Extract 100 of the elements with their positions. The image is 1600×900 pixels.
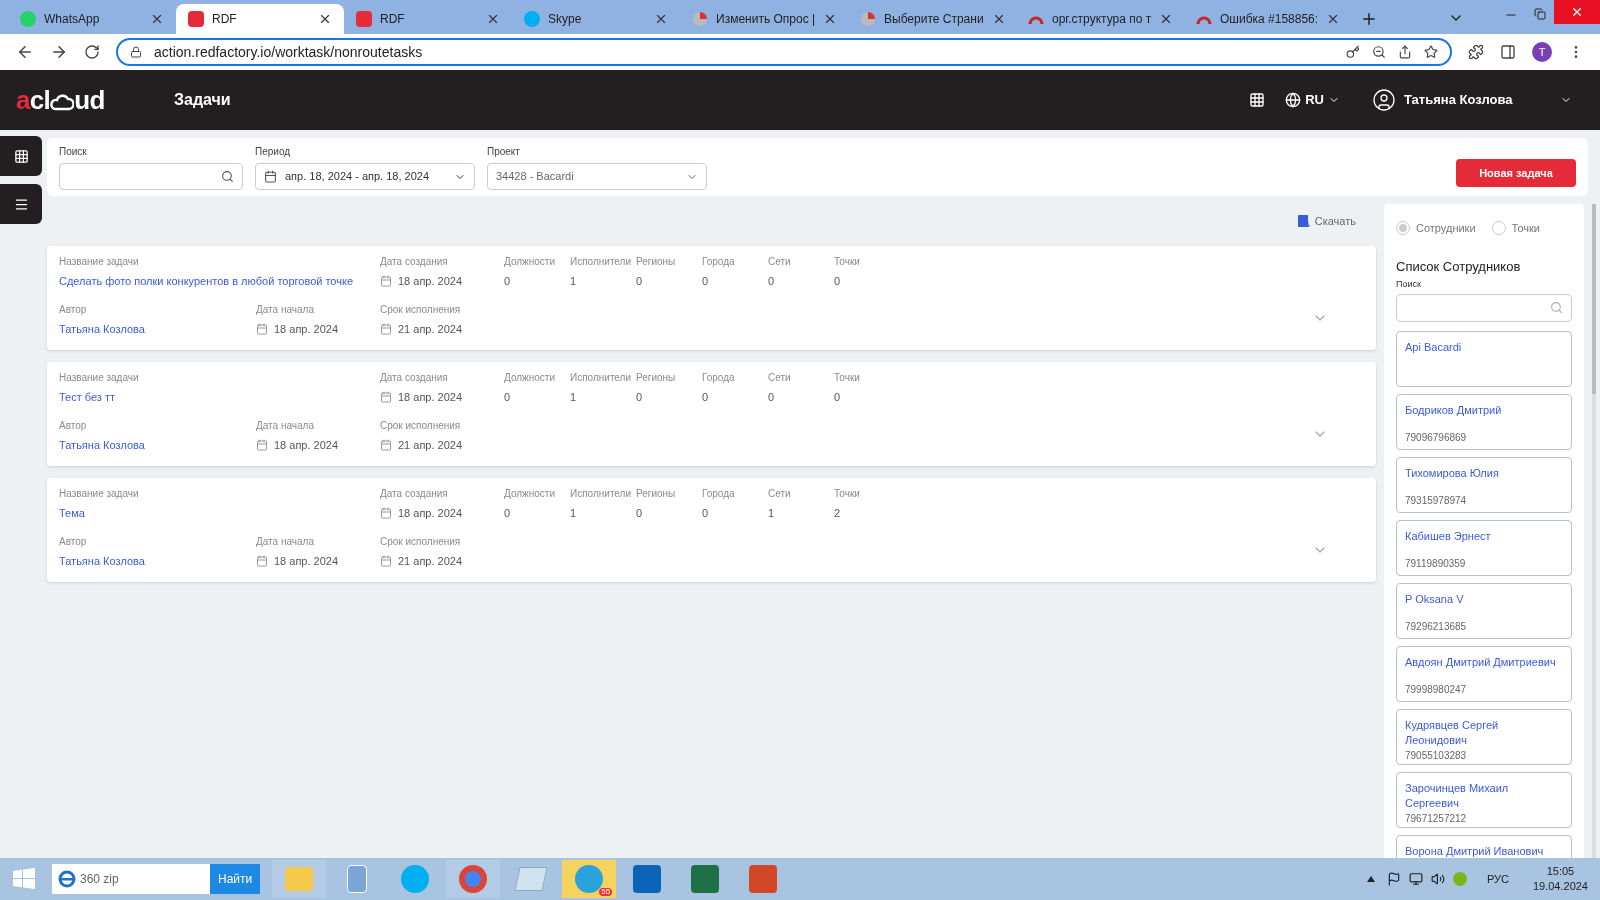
period-dropdown[interactable]: апр. 18, 2024 - апр. 18, 2024 <box>255 163 475 190</box>
field-label: Исполнители <box>570 371 632 385</box>
employee-card[interactable]: P Oksana V 79296213685 <box>1396 582 1572 639</box>
employee-name: Авдоян Дмитрий Дмитриевич <box>1405 654 1557 670</box>
logo-icon <box>356 11 372 27</box>
scrollbar-thumb[interactable] <box>1592 204 1596 394</box>
employee-phone: 79671257212 <box>1405 811 1468 826</box>
user-menu[interactable]: Татьяна Козлова <box>1372 88 1572 112</box>
app-logo[interactable]: acl ud <box>16 87 174 113</box>
employee-card[interactable]: Тихомирова Юлия 79315978974 <box>1396 456 1572 513</box>
field-label: Автор <box>59 534 88 549</box>
taskbar-search-field[interactable]: 360 zip <box>52 864 210 894</box>
field-label: Исполнители <box>570 487 632 501</box>
calendar-icon <box>380 554 392 567</box>
zoom-icon[interactable] <box>1372 45 1386 59</box>
field-label: Исполнители <box>570 255 632 269</box>
flag-icon[interactable] <box>1386 872 1401 886</box>
menu-icon <box>13 196 29 212</box>
field-label: Название задачи <box>59 371 140 385</box>
key-icon[interactable] <box>1346 45 1360 59</box>
field-label: Проект <box>487 145 521 159</box>
extensions-icon[interactable] <box>1468 44 1484 60</box>
browser-tab[interactable]: Изменить Опрос | <box>680 4 848 34</box>
employee-card[interactable]: Бодриков Дмитрий 79096796869 <box>1396 393 1572 450</box>
chat-icon <box>20 11 36 27</box>
employee-name: P Oksana V <box>1405 591 1465 607</box>
close-icon[interactable] <box>486 12 500 26</box>
browser-tab[interactable]: RDF <box>344 4 512 34</box>
search-icon <box>1550 301 1563 314</box>
browser-tab[interactable]: Ошибка #158856: <box>1184 4 1352 34</box>
new-tab-icon[interactable] <box>1360 10 1378 28</box>
project-dropdown[interactable]: 34428 - Bacardi <box>487 163 707 190</box>
task-name-link[interactable]: Сделать фото полки конкурентов в любой торговой точке <box>59 273 380 290</box>
close-icon[interactable] <box>654 12 668 26</box>
employee-card[interactable]: Кабишев Эрнест 79119890359 <box>1396 519 1572 576</box>
new-task-button[interactable]: Новая задача <box>1456 159 1576 187</box>
task-card[interactable]: Название задачи Тест без тт Дата создания 18 апр. 2024 Должности 0 Исполнители 1 Регионы 0 Города 0 Сети 0 Точки 0 Автор Татьяна Козлова Дата начала 18 апр. 2024 Срок исполнения 21 апр. 2024 <box>47 362 1376 466</box>
employee-card[interactable]: Авдоян Дмитрий Дмитриевич 79998980247 <box>1396 645 1572 702</box>
employee-card[interactable]: Кудрявцев Сергей Леонидович 79055103283 <box>1396 708 1572 765</box>
date-value: 21 апр. 2024 <box>398 321 463 337</box>
side-panel-icon[interactable] <box>1500 44 1516 60</box>
apps-rail-button[interactable] <box>0 136 42 176</box>
input-language[interactable]: РУС <box>1486 870 1509 888</box>
profile-avatar[interactable]: T <box>1532 42 1552 62</box>
back-icon[interactable] <box>16 43 34 61</box>
forward-icon[interactable] <box>50 43 68 61</box>
browser-icon <box>58 870 76 888</box>
calendar-icon <box>380 438 392 451</box>
browser-tab[interactable]: WhatsApp <box>8 4 176 34</box>
browser-tab[interactable]: RDF <box>176 4 344 34</box>
task-card[interactable]: Название задачи Тема Дата создания 18 апр. 2024 Должности 0 Исполнители 1 Регионы 0 Города 0 Сети 1 Точки 2 Автор Татьяна Козлова Дата начала 18 апр. 2024 Срок исполнения 21 апр. 2024 <box>47 478 1376 582</box>
share-icon[interactable] <box>1398 45 1412 59</box>
network-icon[interactable] <box>1408 872 1423 886</box>
close-icon[interactable] <box>318 12 332 26</box>
browser-tab[interactable]: Skype <box>512 4 680 34</box>
browser-tab[interactable]: орг.структура по т <box>1016 4 1184 34</box>
tray-arrow-icon[interactable] <box>1366 876 1375 882</box>
close-icon[interactable] <box>150 12 164 26</box>
search-field[interactable] <box>59 163 243 190</box>
mode-radio[interactable]: Сотрудники <box>1396 220 1476 237</box>
menu-rail-button[interactable] <box>0 184 42 224</box>
employee-card[interactable]: Api Bacardi <box>1396 330 1572 387</box>
field-label: Поиск <box>59 145 88 159</box>
author-link[interactable]: Татьяна Козлова <box>59 436 256 453</box>
field-value: 0 <box>834 390 842 405</box>
field-value: 0 <box>504 390 512 405</box>
field-label: Сети <box>768 487 792 501</box>
field-label: Дата начала <box>256 534 315 549</box>
task-name-link[interactable]: Тест без тт <box>59 389 380 406</box>
restore-icon[interactable] <box>1534 8 1546 20</box>
author-link[interactable]: Татьяна Козлова <box>59 320 256 337</box>
employee-card[interactable]: Зарочинцев Михаил Сергеевич 79671257212 <box>1396 771 1572 828</box>
skype-icon <box>524 11 540 27</box>
task-name-link[interactable]: Тема <box>59 505 380 522</box>
download-button[interactable]: Скачать <box>1296 208 1356 234</box>
employee-phone: 79315978974 <box>1405 493 1468 508</box>
browser-icon[interactable] <box>446 860 501 898</box>
clock[interactable]: 15:05 19.04.2024 <box>1532 864 1588 894</box>
mode-radio[interactable]: Точки <box>1491 220 1541 237</box>
apps-icon[interactable] <box>1249 92 1266 108</box>
browser-tab[interactable]: Выберите Страни <box>848 4 1016 34</box>
telegram-icon[interactable]: 55 <box>562 860 617 898</box>
panel-title: Список Сотрудников <box>1396 257 1522 276</box>
tab-title: Изменить Опрос | <box>716 11 816 28</box>
employee-search-field[interactable] <box>1396 293 1572 322</box>
address-field[interactable]: action.redfactory.io/worktask/nonroutetasks <box>116 38 1452 66</box>
field-value: 0 <box>768 390 776 405</box>
field-label: Регионы <box>636 371 677 385</box>
user-icon <box>1372 88 1396 112</box>
author-link[interactable]: Татьяна Козлова <box>59 552 256 569</box>
find-button[interactable]: Найти <box>210 864 261 894</box>
language-selector[interactable]: RU <box>1285 90 1340 110</box>
volume-icon[interactable] <box>1430 872 1445 886</box>
field-value: 0 <box>702 506 710 521</box>
field-label: Дата создания <box>380 371 449 385</box>
field-label: Поиск <box>1396 278 1422 291</box>
reload-icon[interactable] <box>84 44 100 60</box>
field-label: Период <box>255 145 292 159</box>
globe-icon <box>1285 92 1302 108</box>
bookmark-icon[interactable] <box>1424 45 1438 59</box>
